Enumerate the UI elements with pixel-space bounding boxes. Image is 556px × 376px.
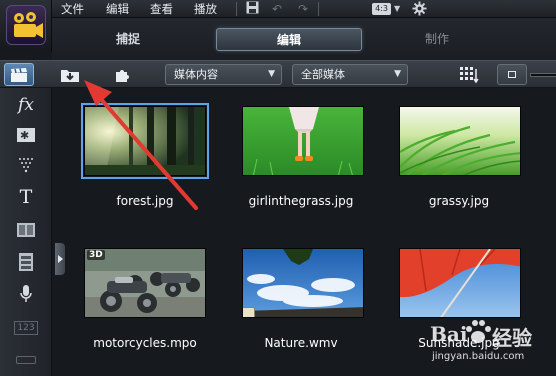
menu-file[interactable]: 文件 [61,0,84,18]
camera-logo-icon [14,12,43,38]
library-toolbar: 媒体内容 ▼ 全部媒体 ▼ [0,60,556,88]
menu-play[interactable]: 播放 [194,0,217,18]
chevron-down-icon[interactable]: ▼ [394,1,400,17]
thumbnail-size-slider[interactable] [530,73,556,77]
collapse-panel-handle[interactable] [55,243,65,275]
import-folder-icon [61,69,79,82]
media-thumbnail-motorcycles[interactable]: 3D [84,248,206,318]
media-caption: Nature.wmv [264,336,338,350]
media-scope-select[interactable]: 全部媒体 ▼ [292,64,408,85]
side-particle-button[interactable] [12,153,40,177]
menu-divider [236,2,237,16]
tab-share[interactable]: 制作 [364,28,510,51]
side-motion-button[interactable] [12,250,40,274]
menu-bar: 文件 编辑 查看 播放 ↶ ↷ 4:3 ▼ [52,0,556,18]
watermark-brand-cn: 经验 [492,326,532,350]
media-thumbnail-sunshade[interactable] [399,248,521,318]
media-thumbnail-girlinthegrass[interactable] [242,106,364,176]
menu-view[interactable]: 查看 [150,0,173,18]
media-filter-select[interactable]: 媒体内容 ▼ [165,64,282,85]
nature-sky-image [243,249,363,317]
sunshade-image [400,249,520,317]
side-audio-button[interactable] [12,282,40,306]
media-caption: grassy.jpg [428,194,490,208]
tab-capture[interactable]: 捕捉 [55,28,201,51]
media-caption: motorcycles.mpo [93,336,197,350]
grassy-image [400,107,520,175]
motion-path-icon [19,253,33,271]
menu-edit[interactable]: 编辑 [106,0,129,18]
paw-logo-icon [466,320,491,343]
more-icon [16,356,36,364]
undo-icon[interactable]: ↶ [272,1,282,17]
chevron-down-icon: ▼ [268,69,275,79]
forest-image [85,107,205,175]
watermark-url: jingyan.baidu.com [432,351,525,362]
plugin-button[interactable] [107,63,137,86]
side-fx-button[interactable]: fx [12,93,40,117]
counter-icon: 123 [14,321,38,335]
menu-divider [318,2,319,16]
tool-sidebar: fx ✱ T 123 [0,88,52,376]
side-graphics-button[interactable] [12,218,40,242]
side-transition-button[interactable]: ✱ [12,123,40,147]
puzzle-icon [116,69,129,82]
particle-effect-icon [19,158,33,173]
media-caption: girlinthegrass.jpg [248,194,354,208]
chevron-down-icon: ▼ [394,69,401,79]
side-more-button[interactable] [12,348,40,372]
save-icon[interactable] [246,1,259,17]
microphone-icon [20,285,32,302]
tab-edit[interactable]: 编辑 [216,28,362,51]
media-scope-value: 全部媒体 [301,68,345,81]
view-toggle-button[interactable] [497,64,527,85]
sort-grid-icon [460,66,479,83]
redo-icon[interactable]: ↷ [298,1,308,17]
import-media-button[interactable] [56,63,86,86]
title-icon: T [19,186,33,208]
video-file-icon [243,307,255,317]
app-logo [0,0,52,52]
graphics-icon [17,223,35,237]
clapper-icon [11,67,27,82]
transition-icon: ✱ [17,128,35,142]
sort-button[interactable] [454,63,484,86]
step-tabs: 捕捉 编辑 制作 [52,18,556,60]
media-caption: forest.jpg [116,194,174,208]
media-thumbnail-nature[interactable] [242,248,364,318]
side-counter-button[interactable]: 123 [12,316,40,340]
3d-badge: 3D [87,250,105,260]
media-library-button[interactable] [4,63,34,86]
media-thumbnail-grassy[interactable] [399,106,521,176]
girl-grass-image [243,107,363,175]
media-filter-value: 媒体内容 [174,68,218,81]
aspect-ratio-button[interactable]: 4:3 [372,3,391,15]
gear-icon[interactable] [412,1,427,17]
baidu-jingyan-watermark: Bai 经验 jingyan.baidu.com [430,318,556,374]
thumbnail-view-icon [508,71,516,78]
media-thumbnail-forest[interactable] [81,103,209,179]
svg-text:✱: ✱ [20,129,29,142]
side-title-button[interactable]: T [12,185,40,209]
fx-icon: fx [18,95,34,115]
watermark-brand: Bai [430,322,468,346]
